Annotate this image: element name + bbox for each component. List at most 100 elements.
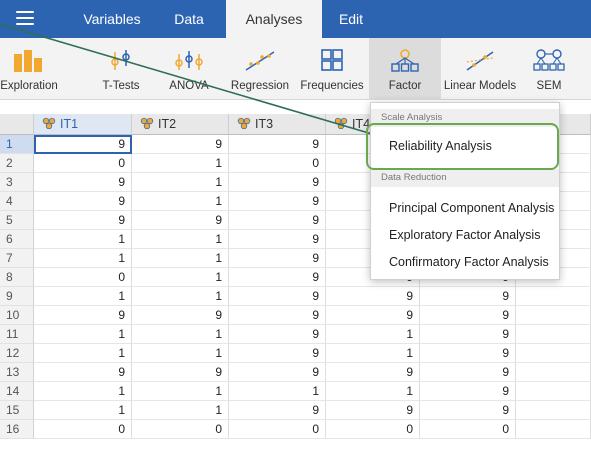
frequencies-button[interactable]: Frequencies (298, 38, 366, 100)
table-cell[interactable] (516, 363, 591, 382)
table-cell[interactable]: 1 (326, 344, 420, 363)
row-number[interactable]: 14 (0, 382, 34, 401)
table-cell[interactable] (516, 287, 591, 306)
tab-data[interactable]: Data (160, 0, 218, 38)
menu-item-confirmatory-factor-analysis[interactable]: Confirmatory Factor Analysis (371, 249, 559, 275)
table-cell[interactable]: 1 (132, 401, 229, 420)
table-cell[interactable]: 9 (229, 268, 326, 287)
table-cell[interactable]: 9 (229, 192, 326, 211)
row-number[interactable]: 7 (0, 249, 34, 268)
table-cell[interactable]: 9 (420, 325, 516, 344)
table-cell[interactable]: 9 (420, 344, 516, 363)
table-cell[interactable]: 9 (34, 306, 132, 325)
table-cell[interactable]: 9 (229, 325, 326, 344)
row-number[interactable]: 12 (0, 344, 34, 363)
row-number[interactable]: 1 (0, 135, 34, 154)
table-cell[interactable]: 1 (34, 382, 132, 401)
table-cell[interactable]: 0 (326, 420, 420, 439)
tab-analyses[interactable]: Analyses (226, 0, 322, 38)
table-cell[interactable]: 1 (132, 344, 229, 363)
table-cell[interactable]: 1 (326, 382, 420, 401)
column-header[interactable]: IT2 (132, 114, 229, 135)
row-number[interactable]: 16 (0, 420, 34, 439)
table-cell[interactable]: 9 (132, 211, 229, 230)
row-number[interactable]: 9 (0, 287, 34, 306)
table-cell[interactable]: 0 (34, 154, 132, 173)
table-cell[interactable]: 9 (229, 230, 326, 249)
table-cell[interactable]: 9 (229, 306, 326, 325)
table-cell[interactable]: 9 (229, 287, 326, 306)
regression-button[interactable]: Regression (228, 38, 292, 100)
table-cell[interactable]: 1 (34, 325, 132, 344)
row-number[interactable]: 4 (0, 192, 34, 211)
table-cell[interactable]: 9 (326, 401, 420, 420)
table-cell[interactable]: 9 (34, 173, 132, 192)
table-cell[interactable]: 1 (34, 401, 132, 420)
table-cell[interactable] (516, 306, 591, 325)
menu-icon[interactable] (16, 11, 34, 25)
table-cell[interactable]: 9 (326, 363, 420, 382)
row-number[interactable]: 10 (0, 306, 34, 325)
table-cell[interactable]: 9 (229, 211, 326, 230)
exploration-button[interactable]: Exploration (0, 38, 58, 100)
table-cell[interactable]: 9 (229, 401, 326, 420)
table-cell[interactable]: 9 (420, 287, 516, 306)
column-header[interactable]: IT3 (229, 114, 326, 135)
table-cell[interactable]: 0 (132, 420, 229, 439)
anova-button[interactable]: ANOVA (162, 38, 216, 100)
tab-variables[interactable]: Variables (64, 0, 160, 38)
menu-item-principal-component-analysis[interactable]: Principal Component Analysis (371, 195, 559, 221)
tab-edit[interactable]: Edit (322, 0, 380, 38)
table-cell[interactable]: 1 (132, 192, 229, 211)
factor-button[interactable]: Factor (369, 38, 441, 100)
linear-models-button[interactable]: Linear Models (441, 38, 519, 100)
table-cell[interactable] (516, 401, 591, 420)
table-cell[interactable]: 1 (34, 230, 132, 249)
table-cell[interactable]: 9 (420, 401, 516, 420)
table-cell[interactable]: 1 (132, 325, 229, 344)
table-cell[interactable]: 0 (229, 420, 326, 439)
table-cell[interactable] (516, 325, 591, 344)
table-cell[interactable]: 1 (132, 287, 229, 306)
table-cell[interactable]: 9 (229, 249, 326, 268)
table-cell[interactable]: 1 (34, 287, 132, 306)
table-cell[interactable] (516, 420, 591, 439)
table-cell[interactable] (516, 382, 591, 401)
row-number[interactable]: 6 (0, 230, 34, 249)
table-cell[interactable]: 1 (132, 154, 229, 173)
table-cell[interactable]: 9 (34, 192, 132, 211)
table-cell[interactable]: 9 (229, 173, 326, 192)
table-cell[interactable]: 9 (229, 135, 326, 154)
table-cell[interactable]: 9 (326, 287, 420, 306)
row-number[interactable]: 15 (0, 401, 34, 420)
table-cell[interactable]: 1 (34, 344, 132, 363)
table-cell[interactable]: 0 (34, 268, 132, 287)
table-cell[interactable]: 9 (132, 135, 229, 154)
table-cell[interactable]: 1 (132, 249, 229, 268)
row-number[interactable]: 2 (0, 154, 34, 173)
table-cell[interactable]: 9 (34, 135, 132, 154)
table-cell[interactable]: 1 (132, 230, 229, 249)
table-cell[interactable]: 0 (420, 420, 516, 439)
column-header[interactable]: IT1 (34, 114, 132, 135)
table-cell[interactable]: 0 (229, 154, 326, 173)
table-cell[interactable]: 9 (34, 211, 132, 230)
grid-corner[interactable] (0, 114, 34, 135)
table-cell[interactable]: 1 (229, 382, 326, 401)
table-cell[interactable]: 9 (420, 382, 516, 401)
row-number[interactable]: 3 (0, 173, 34, 192)
ttests-button[interactable]: T-Tests (94, 38, 148, 100)
menu-item-exploratory-factor-analysis[interactable]: Exploratory Factor Analysis (371, 222, 559, 248)
table-cell[interactable]: 1 (132, 173, 229, 192)
table-cell[interactable]: 1 (132, 268, 229, 287)
table-cell[interactable]: 9 (132, 363, 229, 382)
table-cell[interactable] (516, 344, 591, 363)
table-cell[interactable]: 9 (326, 306, 420, 325)
table-cell[interactable]: 1 (132, 382, 229, 401)
table-cell[interactable]: 9 (229, 363, 326, 382)
row-number[interactable]: 11 (0, 325, 34, 344)
table-cell[interactable]: 1 (326, 325, 420, 344)
row-number[interactable]: 5 (0, 211, 34, 230)
row-number[interactable]: 13 (0, 363, 34, 382)
table-cell[interactable]: 9 (34, 363, 132, 382)
